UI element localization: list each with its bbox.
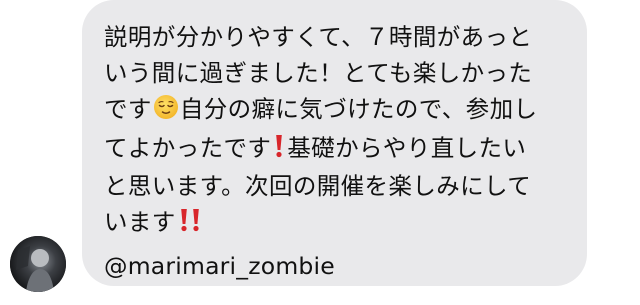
- message-line-5: と思います。次回の開催を楽しみにして: [104, 172, 532, 200]
- message-line-6-start: います: [104, 208, 176, 236]
- message-line-4: てよかったです 基礎からやり直したい: [104, 130, 580, 168]
- message-line-2: いう間に過ぎました！とても楽しかった: [104, 59, 533, 87]
- avatar[interactable]: [10, 236, 66, 292]
- relieved-face-icon: [153, 94, 179, 130]
- message-line-4-start: てよかったです: [104, 134, 272, 162]
- message-line-4-end: 基礎からやり直したい: [287, 134, 527, 162]
- message-line-3-start: です: [104, 95, 152, 123]
- red-exclamation-icon: [274, 132, 284, 168]
- message-line-1: 説明が分かりやすくて、７時間があっと: [104, 23, 533, 51]
- author-handle: @marimari_zombie: [104, 252, 335, 280]
- message-line-3-end: 自分の癖に気づけたので、参加し: [179, 95, 538, 123]
- message-view: 説明が分かりやすくて、７時間があっと いう間に過ぎました！とても楽しかった です…: [0, 0, 640, 305]
- message-line-3: です 自分の癖に気づけたので、参加し: [104, 91, 580, 130]
- message-line-6: います: [104, 204, 580, 242]
- avatar-photo-icon: [10, 236, 66, 292]
- message-text: 説明が分かりやすくて、７時間があっと いう間に過ぎました！とても楽しかった です…: [104, 19, 580, 284]
- red-double-exclamation-icon: [179, 206, 201, 242]
